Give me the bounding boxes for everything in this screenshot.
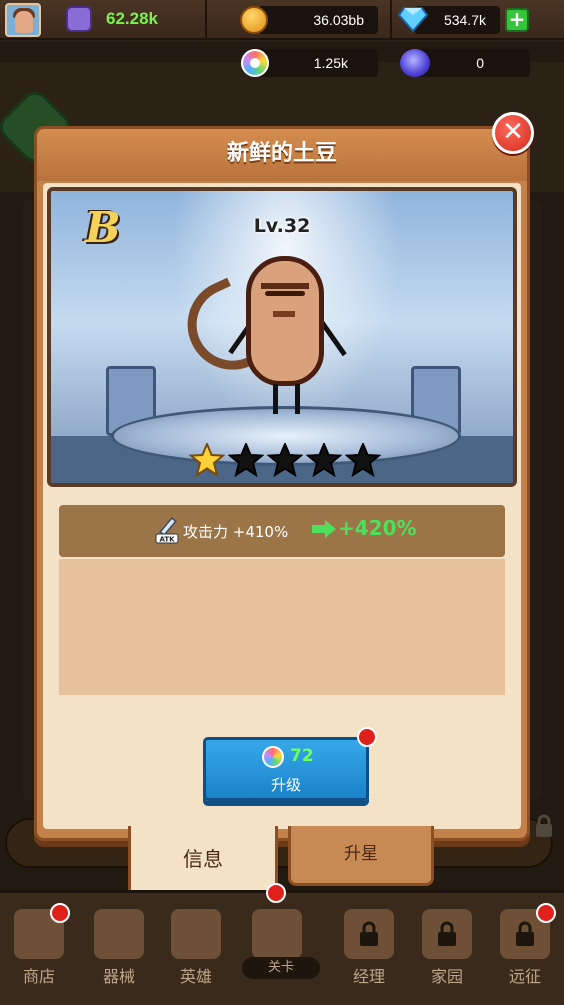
- swirl-display: 1.25k: [258, 49, 378, 77]
- close-button[interactable]: ✕: [492, 112, 534, 154]
- star-rating: [189, 443, 384, 477]
- star-filled-icon: [189, 443, 225, 477]
- notification-badge: [357, 727, 377, 747]
- nav-item-6[interactable]: 远征: [486, 893, 564, 1005]
- purple-orb-icon: [400, 49, 430, 77]
- rainbow-swirl-icon: [262, 746, 284, 768]
- nav-item-0[interactable]: 商店: [0, 893, 78, 1005]
- nav-item-1[interactable]: 器械: [80, 893, 158, 1005]
- swirl-value: 1.25k: [313, 55, 348, 71]
- nav-label: 家园: [430, 967, 463, 986]
- svg-text:ATK: ATK: [159, 536, 175, 544]
- tab-star-up[interactable]: 升星: [288, 826, 434, 886]
- star-empty-icon: [306, 443, 342, 477]
- hero-detail-modal: 新鲜的土豆 B Lv.32 ATK 攻击力 +410% +420% 72 升级: [34, 126, 530, 841]
- bottom-nav: 商店 器械 英雄 关卡 经理 家园 远征: [0, 883, 564, 1005]
- diamond-icon: [398, 7, 428, 32]
- nav-item-2[interactable]: 英雄: [157, 893, 235, 1005]
- nav-label: 关卡: [242, 957, 320, 979]
- lock-icon: [516, 921, 534, 946]
- orbs-display: 0: [416, 49, 530, 77]
- hero-level: Lv.32: [253, 215, 311, 237]
- add-gems-button[interactable]: +: [505, 8, 529, 32]
- description-area: [59, 559, 505, 695]
- power-value: 62.28k: [106, 9, 158, 28]
- nav-label: 器械: [102, 967, 135, 986]
- notification-badge: [266, 883, 286, 903]
- nav-icon: [94, 909, 144, 959]
- lock-icon: [360, 921, 378, 946]
- upgrade-cost: 72: [290, 746, 314, 766]
- tab-info[interactable]: 信息: [128, 826, 278, 898]
- nav-label: 商店: [22, 967, 55, 986]
- nav-item-5[interactable]: 家园: [408, 893, 486, 1005]
- modal-header: 新鲜的土豆: [37, 129, 527, 181]
- notification-badge: [50, 903, 70, 923]
- stat-bar: ATK 攻击力 +410% +420%: [59, 505, 505, 557]
- star-empty-icon: [267, 443, 303, 477]
- orbs-value: 0: [476, 55, 484, 71]
- upgrade-button[interactable]: 72 升级: [203, 737, 369, 801]
- nav-label: 经理: [352, 967, 385, 986]
- coin-icon: [240, 6, 268, 34]
- hero-portrait: [246, 256, 324, 386]
- upgrade-label: 升级: [270, 776, 301, 794]
- nav-icon: [252, 909, 302, 959]
- atk-next: +420%: [338, 516, 417, 540]
- nav-item-4[interactable]: 经理: [330, 893, 408, 1005]
- coins-display: 36.03bb: [258, 6, 378, 34]
- modal-body: B Lv.32 ATK 攻击力 +410% +420% 72 升级: [43, 183, 521, 829]
- notification-badge: [536, 903, 556, 923]
- divider: [205, 0, 207, 40]
- nav-icon: [171, 909, 221, 959]
- nav-label: 英雄: [179, 967, 212, 986]
- player-avatar[interactable]: [5, 3, 41, 37]
- arrow-right-icon: [312, 520, 336, 538]
- star-empty-icon: [228, 443, 264, 477]
- hero-stage: B Lv.32: [47, 187, 517, 487]
- gems-value: 534.7k: [443, 12, 486, 28]
- coins-value: 36.03bb: [313, 12, 364, 28]
- lock-icon: [438, 921, 456, 946]
- tab-info-label: 信息: [183, 847, 223, 871]
- nav-item-3[interactable]: 关卡: [238, 883, 320, 1005]
- atk-current: 攻击力 +410%: [183, 523, 289, 541]
- modal-title: 新鲜的土豆: [226, 141, 337, 166]
- rainbow-swirl-icon: [241, 49, 269, 77]
- tab-star-up-label: 升星: [344, 844, 378, 864]
- atk-sword-icon: ATK: [155, 516, 179, 544]
- nav-label: 远征: [508, 967, 541, 986]
- star-empty-icon: [345, 443, 381, 477]
- divider: [390, 0, 392, 40]
- fist-icon: [66, 6, 92, 32]
